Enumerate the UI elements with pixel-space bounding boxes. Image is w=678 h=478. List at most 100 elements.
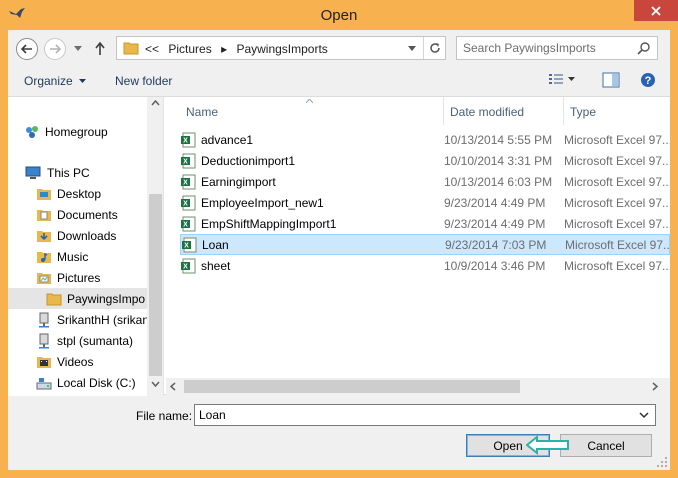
nav-music[interactable]: Music <box>36 246 88 267</box>
refresh-button[interactable] <box>423 37 445 59</box>
file-date: 10/9/2014 3:46 PM <box>444 259 546 273</box>
breadcrumb-paywingsimports[interactable]: PaywingsImports <box>236 42 327 56</box>
resize-grip-icon[interactable] <box>656 456 668 468</box>
nav-desktop[interactable]: Desktop <box>36 183 101 204</box>
nav-homegroup[interactable]: Homegroup <box>24 121 108 142</box>
scroll-left-icon[interactable] <box>170 382 176 391</box>
scroll-up-icon[interactable] <box>151 100 160 106</box>
file-name-input[interactable] <box>199 408 619 422</box>
horizontal-scrollbar[interactable] <box>166 378 670 395</box>
desktop-folder-icon <box>37 188 51 200</box>
videos-folder-icon <box>37 356 51 368</box>
column-header-type[interactable]: Type <box>564 97 670 125</box>
dialog-client: << Pictures ▸ PaywingsImports Search Pay… <box>8 30 670 470</box>
network-drive-icon <box>39 312 49 327</box>
search-box[interactable] <box>456 36 658 60</box>
local-disk-icon <box>36 377 52 389</box>
back-button[interactable] <box>16 38 38 60</box>
chevron-down-icon <box>408 45 416 51</box>
nav-srikanth-drive-label: SrikanthH (srikan <box>57 312 150 327</box>
sort-ascending-icon <box>306 99 313 103</box>
nav-documents[interactable]: Documents <box>36 204 118 225</box>
nav-scroll-thumb[interactable] <box>149 194 162 376</box>
downloads-folder-icon <box>37 230 51 242</box>
new-folder-button[interactable]: New folder <box>115 74 172 88</box>
file-date: 9/23/2014 7:03 PM <box>445 238 547 252</box>
nav-stpl-drive-label: stpl (sumanta) <box>57 333 134 348</box>
organize-button[interactable]: Organize <box>24 74 86 88</box>
file-row[interactable]: X EmpShiftMappingImport1 9/23/2014 4:49 P… <box>180 214 670 235</box>
nav-music-label: Music <box>57 249 89 264</box>
file-type: Microsoft Excel 97... <box>564 175 670 189</box>
close-icon <box>651 5 661 16</box>
nav-local-disk[interactable]: Local Disk (C:) <box>36 372 136 393</box>
file-name: advance1 <box>201 133 254 147</box>
svg-text:X: X <box>183 222 188 229</box>
breadcrumb-pictures[interactable]: Pictures <box>168 42 211 56</box>
scroll-down-icon[interactable] <box>151 381 160 387</box>
network-drive-icon <box>39 333 49 348</box>
file-name: Deductionimport1 <box>201 154 296 168</box>
address-bar[interactable]: << Pictures ▸ PaywingsImports <box>116 36 446 60</box>
file-type: Microsoft Excel 97... <box>564 259 670 273</box>
address-dropdown[interactable] <box>405 41 419 55</box>
file-name-combobox[interactable] <box>194 404 656 426</box>
nav-local-disk-label: Local Disk (C:) <box>57 375 136 390</box>
preview-pane-icon[interactable] <box>602 72 620 88</box>
close-button[interactable] <box>634 0 678 21</box>
chevron-down-icon <box>568 77 575 81</box>
nav-videos-label: Videos <box>57 354 94 369</box>
nav-downloads[interactable]: Downloads <box>36 225 116 246</box>
file-date: 10/13/2014 6:03 PM <box>444 175 553 189</box>
excel-file-icon: X <box>181 258 196 274</box>
cancel-button[interactable]: Cancel <box>560 434 652 457</box>
file-type: Microsoft Excel 97... <box>564 196 670 210</box>
breadcrumb: << Pictures ▸ PaywingsImports <box>145 42 334 56</box>
file-row[interactable]: X EmployeeImport_new1 9/23/2014 4:49 PM M… <box>180 193 670 214</box>
column-header-date[interactable]: Date modified <box>444 97 564 125</box>
recent-locations-chevron-icon[interactable] <box>74 46 82 52</box>
change-view-button[interactable] <box>548 72 575 86</box>
file-row[interactable]: X Deductionimport1 10/10/2014 3:31 PM Mic… <box>180 151 670 172</box>
horizontal-scroll-thumb[interactable] <box>184 380 520 393</box>
window-title: Open <box>320 7 358 24</box>
file-row-selected[interactable]: X Loan 9/23/2014 7:03 PM Microsoft Excel … <box>180 234 670 255</box>
excel-file-icon: X <box>181 216 196 232</box>
nav-videos[interactable]: Videos <box>36 351 93 372</box>
breadcrumb-overflow[interactable]: << <box>145 42 159 56</box>
excel-file-icon: X <box>181 195 196 211</box>
nav-desktop-label: Desktop <box>57 186 102 201</box>
chevron-down-icon[interactable] <box>639 409 649 421</box>
homegroup-icon <box>26 125 38 138</box>
forward-button[interactable] <box>44 38 66 60</box>
up-button[interactable] <box>92 39 108 59</box>
svg-text:X: X <box>183 159 188 166</box>
file-type: Microsoft Excel 97... <box>564 133 670 147</box>
browser-body: Homegroup This PC Desktop Documents Down… <box>8 96 670 396</box>
title-bar[interactable]: Open <box>0 0 678 30</box>
nav-pictures[interactable]: Pictures <box>36 267 100 288</box>
file-type: Microsoft Excel 97... <box>565 238 670 252</box>
excel-file-icon: X <box>181 132 196 148</box>
refresh-icon <box>429 43 440 53</box>
nav-this-pc[interactable]: This PC <box>24 162 90 183</box>
computer-icon <box>25 166 41 179</box>
search-icon[interactable] <box>637 41 651 55</box>
organize-label: Organize <box>24 74 73 88</box>
nav-paywingsimports[interactable]: PaywingsImpo <box>8 288 147 309</box>
file-list: Name Date modified Type Xadvance1 10/13/… <box>166 97 670 396</box>
help-icon[interactable]: ? <box>640 72 656 88</box>
file-row[interactable]: Xadvance1 10/13/2014 5:55 PM Microsoft E… <box>180 130 670 151</box>
nav-pictures-label: Pictures <box>57 270 101 285</box>
nav-scrollbar[interactable] <box>147 97 163 396</box>
nav-stpl-drive[interactable]: stpl (sumanta) <box>36 330 133 351</box>
scroll-right-icon[interactable] <box>652 382 658 391</box>
nav-srikanth-drive[interactable]: SrikanthH (srikan <box>36 309 149 330</box>
svg-text:X: X <box>184 243 189 250</box>
file-name: EmployeeImport_new1 <box>201 196 324 210</box>
forward-arrow-icon <box>50 44 61 54</box>
file-row[interactable]: X Earningimport 10/13/2014 6:03 PM Micros… <box>180 172 670 193</box>
file-row[interactable]: Xsheet 10/9/2014 3:46 PM Microsoft Excel… <box>180 256 670 277</box>
search-input[interactable] <box>463 41 633 55</box>
breadcrumb-separator-icon: ▸ <box>221 42 228 56</box>
